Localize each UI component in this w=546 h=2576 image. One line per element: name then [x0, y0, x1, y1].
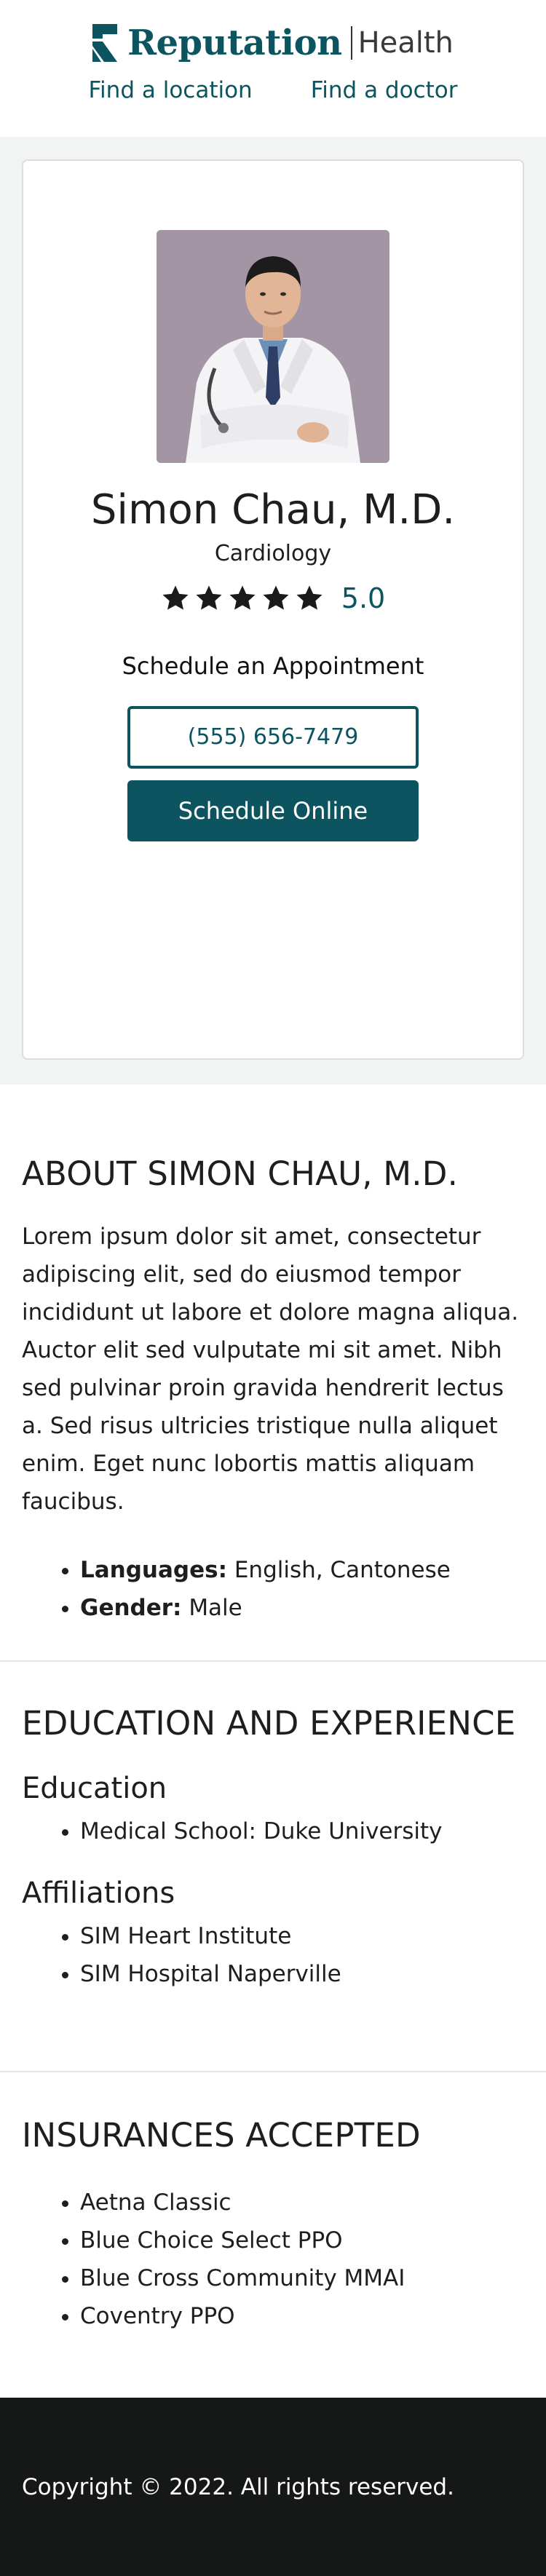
list-item: SIM Hospital Naperville — [80, 1955, 524, 1993]
star-icon — [296, 585, 323, 610]
copyright-text: Copyright © 2022. All rights reserved. — [22, 2474, 454, 2500]
top-nav: Find a location Find a doctor — [0, 77, 546, 103]
education-list: Medical School: Duke University — [22, 1812, 524, 1850]
star-icon — [162, 585, 189, 610]
doctor-card-section: Simon Chau, M.D. Cardiology 5.0 Schedule… — [0, 137, 546, 1085]
about-section: ABOUT SIMON CHAU, M.D. Lorem ipsum dolor… — [0, 1085, 546, 1660]
rating: 5.0 — [23, 582, 523, 614]
about-title: ABOUT SIMON CHAU, M.D. — [22, 1154, 459, 1193]
about-text: Lorem ipsum dolor sit amet, consectetur … — [22, 1224, 519, 1515]
reputation-logo-icon — [92, 24, 118, 62]
logo-wordmark: Reputation — [127, 23, 342, 63]
doctor-name: Simon Chau, M.D. — [90, 486, 456, 534]
fact-label: Languages: — [80, 1557, 227, 1583]
list-item: Coventry PPO — [80, 2297, 524, 2335]
star-icon — [196, 585, 222, 610]
insurance-section: INSURANCES ACCEPTED Aetna Classic Blue C… — [0, 2072, 546, 2398]
fact-value: English, Cantonese — [234, 1557, 451, 1583]
site-header: Reputation Health Find a location Find a… — [0, 0, 546, 137]
phone-button[interactable]: (555) 656-7479 — [127, 706, 419, 769]
logo[interactable]: Reputation Health — [0, 0, 546, 67]
affiliations-list: SIM Heart Institute SIM Hospital Napervi… — [22, 1917, 524, 1993]
list-item: SIM Heart Institute — [80, 1917, 524, 1955]
schedule-heading: Schedule an Appointment — [122, 652, 424, 680]
schedule-online-button[interactable]: Schedule Online — [127, 780, 419, 841]
education-section: EDUCATION AND EXPERIENCE Education Medic… — [0, 1662, 546, 2071]
doctor-facts-list: Languages: English, Cantonese Gender: Ma… — [22, 1551, 524, 1627]
rating-value[interactable]: 5.0 — [341, 582, 385, 614]
list-item: Aetna Classic — [80, 2184, 524, 2222]
doctor-specialty: Cardiology — [214, 541, 332, 566]
fact-label: Gender: — [80, 1595, 182, 1621]
doctor-portrait-icon — [157, 230, 389, 463]
list-item: Blue Cross Community MMAI — [80, 2259, 524, 2297]
site-footer: Copyright © 2022. All rights reserved. — [0, 2398, 546, 2576]
education-title: EDUCATION AND EXPERIENCE — [22, 1704, 516, 1743]
list-item: Blue Choice Select PPO — [80, 2222, 524, 2259]
affiliations-heading: Affiliations — [22, 1876, 175, 1910]
list-item: Languages: English, Cantonese — [80, 1551, 524, 1589]
list-item: Medical School: Duke University — [80, 1812, 524, 1850]
logo-separator — [350, 26, 352, 60]
star-icon — [229, 585, 256, 610]
insurance-title: INSURANCES ACCEPTED — [22, 2116, 421, 2155]
doctor-photo — [157, 230, 389, 463]
fact-value: Male — [189, 1595, 242, 1621]
nav-find-doctor-link[interactable]: Find a doctor — [311, 77, 458, 103]
star-icon — [263, 585, 289, 610]
education-heading: Education — [22, 1772, 167, 1805]
logo-subtext: Health — [357, 26, 454, 60]
insurance-list: Aetna Classic Blue Choice Select PPO Blu… — [22, 2184, 524, 2335]
list-item: Gender: Male — [80, 1589, 524, 1627]
nav-find-location-link[interactable]: Find a location — [88, 77, 252, 103]
doctor-card: Simon Chau, M.D. Cardiology 5.0 Schedule… — [22, 159, 524, 1060]
